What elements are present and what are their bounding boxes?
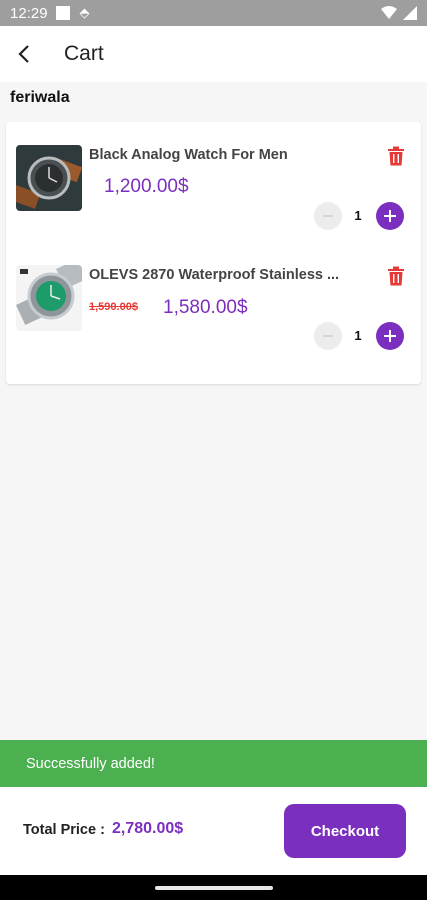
minus-icon: [323, 335, 333, 337]
checkout-button[interactable]: Checkout: [284, 804, 406, 858]
original-price: 1,590.00$: [89, 301, 138, 313]
notification-icon: [55, 6, 70, 20]
page-title: Cart: [64, 42, 104, 65]
data-sync-icon: ⬘: [79, 5, 90, 20]
total-price-value: 2,780.00$: [112, 820, 184, 837]
cart-item: OLEVS 2870 Waterproof Stainless ... 1,59…: [6, 242, 421, 362]
product-price: 1,580.00$: [163, 297, 248, 318]
plus-icon: [384, 330, 396, 342]
delete-item-button[interactable]: [384, 144, 408, 168]
system-navigation-bar: [0, 875, 427, 900]
quantity-value: 1: [354, 328, 362, 343]
product-price: 1,200.00$: [104, 176, 189, 197]
product-name: OLEVS 2870 Waterproof Stainless ...: [89, 267, 340, 283]
product-name: Black Analog Watch For Men: [89, 147, 288, 163]
app-bar: Cart: [0, 26, 427, 82]
cart-list: Black Analog Watch For Men 1,200.00$ 1 O…: [6, 122, 421, 384]
increase-quantity-button[interactable]: [376, 202, 404, 230]
cell-signal-icon: [403, 6, 417, 20]
decrease-quantity-button[interactable]: [314, 322, 342, 350]
home-gesture-handle[interactable]: [155, 886, 273, 890]
trash-icon: [388, 146, 404, 166]
quantity-value: 1: [354, 208, 362, 223]
snackbar-message: Successfully added!: [26, 755, 155, 772]
plus-icon: [384, 210, 396, 222]
snackbar: Successfully added!: [0, 740, 427, 787]
checkout-bar: Total Price : 2,780.00$ Checkout: [0, 787, 427, 875]
store-name: feriwala: [10, 89, 70, 106]
wifi-icon: [381, 6, 397, 19]
delete-item-button[interactable]: [384, 264, 408, 288]
increase-quantity-button[interactable]: [376, 322, 404, 350]
minus-icon: [323, 215, 333, 217]
back-button[interactable]: [2, 26, 46, 82]
status-time: 12:29: [10, 4, 48, 22]
decrease-quantity-button[interactable]: [314, 202, 342, 230]
cart-item: Black Analog Watch For Men 1,200.00$ 1: [6, 122, 421, 242]
trash-icon: [388, 266, 404, 286]
arrow-back-icon: [18, 45, 29, 63]
product-thumbnail[interactable]: [16, 145, 82, 211]
total-price-label: Total Price :: [23, 822, 105, 838]
status-bar: 12:29 ⬘: [0, 0, 427, 26]
product-thumbnail[interactable]: [16, 265, 82, 331]
